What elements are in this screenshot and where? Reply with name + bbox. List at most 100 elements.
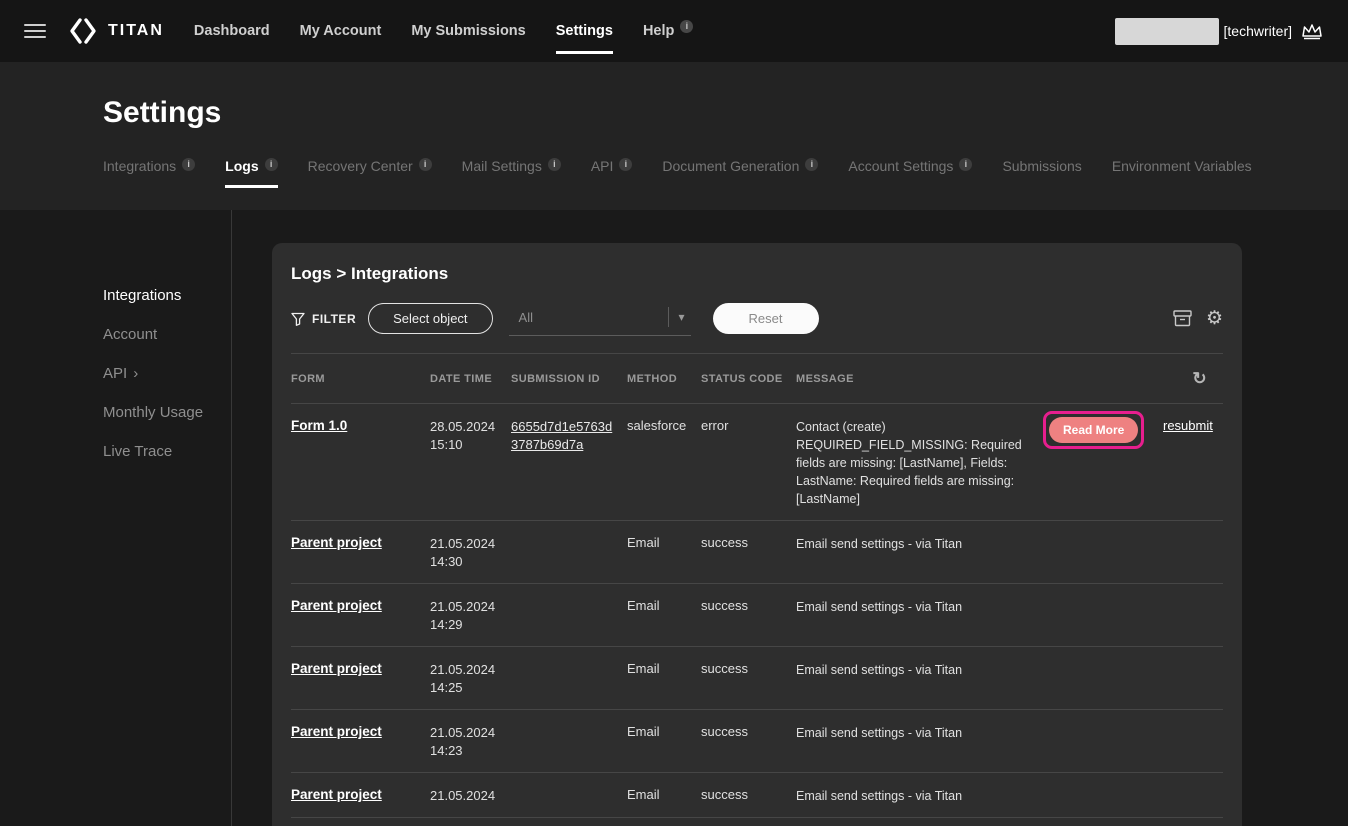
tab-account-settings[interactable]: Account Settingsi — [848, 158, 972, 175]
table-header-row: FORM DATE TIME SUBMISSION ID METHOD STAT… — [291, 354, 1223, 404]
archive-export-icon[interactable] — [1173, 310, 1192, 327]
form-link[interactable]: Parent project — [291, 661, 382, 676]
hamburger-menu-icon[interactable] — [24, 24, 46, 38]
object-filter-dropdown[interactable]: All ▾ — [509, 301, 691, 336]
tab-logs[interactable]: Logsi — [225, 158, 277, 175]
tab-submissions[interactable]: Submissions — [1002, 158, 1081, 174]
status-code-cell: success — [701, 787, 796, 802]
info-icon: i — [805, 158, 818, 171]
message-cell: Email send settings - via Titan — [796, 661, 1043, 679]
message-cell: Email send settings - via Titan — [796, 535, 1043, 553]
date-time-cell: 21.05.2024 14:23 — [430, 724, 511, 760]
dropdown-selected-value: All — [519, 310, 668, 325]
tab-recovery-center[interactable]: Recovery Centeri — [308, 158, 432, 175]
date-time-cell: 21.05.2024 14:25 — [430, 661, 511, 697]
filter-label: FILTER — [291, 312, 356, 326]
info-icon: i — [182, 158, 195, 171]
breadcrumb: Logs > Integrations — [291, 243, 1223, 284]
date-time-cell: 21.05.2024 14:29 — [430, 598, 511, 634]
table-row: Parent project 21.05.2024 14:23 Email su… — [291, 710, 1223, 773]
method-cell: Email — [627, 535, 701, 550]
annotation-highlight-box: Read More — [1043, 411, 1144, 449]
filter-bar: FILTER Select object All ▾ Reset ⚙ — [291, 301, 1223, 354]
tab-api[interactable]: APIi — [591, 158, 633, 175]
crown-icon — [1300, 21, 1324, 41]
refresh-icon[interactable]: ↻ — [1192, 369, 1207, 389]
method-cell: Email — [627, 787, 701, 802]
sidebar-item-account[interactable]: Account — [103, 325, 231, 345]
column-header-message: MESSAGE — [796, 373, 1043, 385]
logs-sidebar: Integrations Account API› Monthly Usage … — [0, 210, 232, 826]
gear-icon[interactable]: ⚙ — [1206, 309, 1223, 328]
page-title: Settings — [103, 96, 1348, 130]
table-row: Form 1.0 28.05.2024 15:10 6655d7d1e5763d… — [291, 404, 1223, 521]
tab-environment-variables[interactable]: Environment Variables — [1112, 158, 1252, 174]
column-header-method: METHOD — [627, 373, 701, 385]
logs-panel: Logs > Integrations FILTER Select object… — [272, 243, 1242, 826]
column-header-date-time: DATE TIME — [430, 373, 511, 385]
resubmit-link[interactable]: resubmit — [1163, 418, 1213, 433]
redacted-username-box — [1115, 18, 1219, 45]
sidebar-item-monthly-usage[interactable]: Monthly Usage — [103, 403, 231, 423]
method-cell: Email — [627, 661, 701, 676]
table-row: Parent project 21.05.2024 14:29 Email su… — [291, 584, 1223, 647]
top-nav-items: Dashboard My Account My Submissions Sett… — [194, 0, 693, 62]
status-code-cell: success — [701, 724, 796, 739]
nav-item-my-submissions[interactable]: My Submissions — [411, 0, 525, 62]
message-cell: Email send settings - via Titan — [796, 724, 1043, 742]
method-cell: Email — [627, 598, 701, 613]
sidebar-item-api[interactable]: API› — [103, 364, 231, 384]
form-link[interactable]: Parent project — [291, 598, 382, 613]
titan-logo-icon — [68, 16, 98, 46]
message-cell: Contact (create) REQUIRED_FIELD_MISSING:… — [796, 418, 1043, 508]
method-cell: salesforce — [627, 418, 701, 433]
date-time-cell: 21.05.2024 14:30 — [430, 535, 511, 571]
dropdown-divider — [668, 307, 669, 327]
nav-item-settings[interactable]: Settings — [556, 0, 613, 62]
submission-id-link[interactable]: 6655d7d1e5763d3787b69d7a — [511, 418, 617, 454]
message-cell: Email send settings - via Titan — [796, 787, 1043, 805]
settings-tabs: Integrationsi Logsi Recovery Centeri Mai… — [103, 158, 1348, 175]
tab-mail-settings[interactable]: Mail Settingsi — [462, 158, 561, 175]
method-cell: Email — [627, 724, 701, 739]
top-navigation-bar: TITAN Dashboard My Account My Submission… — [0, 0, 1348, 62]
chevron-right-icon: › — [133, 365, 138, 382]
info-icon: i — [265, 158, 278, 171]
nav-item-help[interactable]: Helpi — [643, 0, 693, 62]
username-label: [techwriter] — [1224, 23, 1292, 39]
info-icon: i — [959, 158, 972, 171]
filter-funnel-icon — [291, 312, 305, 326]
panel-icons: ⚙ — [1173, 309, 1223, 328]
brand-name: TITAN — [108, 22, 164, 40]
settings-header-section: Settings Integrationsi Logsi Recovery Ce… — [0, 62, 1348, 210]
column-header-submission-id: SUBMISSION ID — [511, 373, 627, 385]
sidebar-item-integrations[interactable]: Integrations — [103, 286, 231, 306]
form-link[interactable]: Parent project — [291, 787, 382, 802]
sidebar-item-live-trace[interactable]: Live Trace — [103, 442, 231, 462]
date-time-cell: 28.05.2024 15:10 — [430, 418, 511, 454]
table-row: Parent project 21.05.2024 Email success … — [291, 773, 1223, 818]
form-link[interactable]: Parent project — [291, 535, 382, 550]
form-link[interactable]: Parent project — [291, 724, 382, 739]
status-code-cell: success — [701, 535, 796, 550]
status-code-cell: success — [701, 598, 796, 613]
table-row: Parent project 21.05.2024 14:25 Email su… — [291, 647, 1223, 710]
reset-button[interactable]: Reset — [713, 303, 819, 334]
content-area: Integrations Account API› Monthly Usage … — [0, 210, 1348, 826]
select-object-button[interactable]: Select object — [368, 303, 492, 334]
read-more-button[interactable]: Read More — [1049, 417, 1138, 443]
message-cell: Email send settings - via Titan — [796, 598, 1043, 616]
info-icon: i — [419, 158, 432, 171]
status-code-cell: error — [701, 418, 796, 433]
date-time-cell: 21.05.2024 — [430, 787, 511, 805]
tab-integrations[interactable]: Integrationsi — [103, 158, 195, 175]
chevron-down-icon: ▾ — [679, 310, 685, 324]
info-icon: i — [680, 20, 693, 33]
tab-document-generation[interactable]: Document Generationi — [662, 158, 818, 175]
form-link[interactable]: Form 1.0 — [291, 418, 347, 433]
nav-item-dashboard[interactable]: Dashboard — [194, 0, 270, 62]
nav-item-my-account[interactable]: My Account — [300, 0, 382, 62]
table-row: Parent project 21.05.2024 14:30 Email su… — [291, 521, 1223, 584]
info-icon: i — [619, 158, 632, 171]
column-header-form: FORM — [291, 373, 430, 385]
